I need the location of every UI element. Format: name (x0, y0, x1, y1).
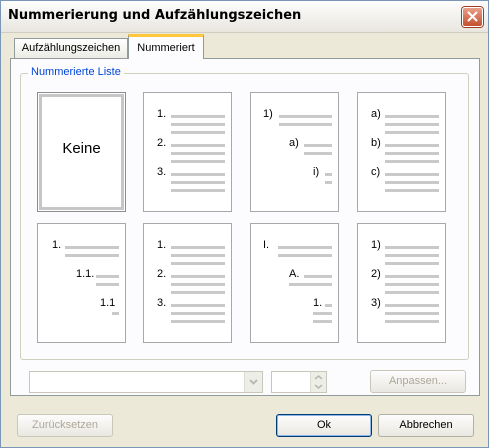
combobox-dropdown-button[interactable] (244, 372, 262, 392)
tab-aufzaehlungszeichen[interactable]: Aufzählungszeichen (14, 38, 128, 58)
title-bar: Nummerierung und Aufzählungszeichen (1, 1, 488, 33)
marker: 2. (157, 137, 167, 149)
numbered-list-group: Nummerierte Liste Keine 1. 2. 3. 1) a) i… (20, 66, 469, 360)
marker: A. (289, 268, 300, 280)
marker: 1) (371, 239, 381, 251)
numbering-option-outline-mixed[interactable]: 1) a) i) (250, 92, 339, 212)
marker: 1. (52, 239, 62, 251)
numbering-option-arabic-2[interactable]: 1. 2. 3. (143, 223, 232, 343)
spinner-buttons[interactable] (310, 372, 326, 392)
marker: 1.1. (76, 268, 95, 280)
marker: 1. (157, 108, 167, 120)
style-combobox[interactable] (29, 371, 263, 393)
start-value-spinner[interactable] (271, 371, 327, 393)
marker: 1. (313, 297, 323, 309)
marker: i) (313, 166, 320, 178)
marker: 2. (157, 268, 167, 280)
close-button[interactable] (462, 7, 483, 27)
marker: I. (263, 239, 270, 251)
tab-panel: Nummerierte Liste Keine 1. 2. 3. 1) a) i… (10, 58, 480, 396)
dialog-window: Nummerierung und Aufzählungszeichen Aufz… (0, 0, 489, 448)
chevron-down-icon (249, 379, 258, 385)
marker: 3. (157, 297, 167, 309)
dialog-title: Nummerierung und Aufzählungszeichen (8, 8, 302, 23)
none-label: Keine (62, 140, 101, 157)
group-label: Nummerierte Liste (28, 66, 124, 78)
marker: a) (371, 108, 381, 120)
numbering-option-alpha[interactable]: a) b) c) (357, 92, 446, 212)
numbering-option-arabic-paren[interactable]: 1) 2) 3) (357, 223, 446, 343)
customize-button[interactable]: Anpassen... (370, 370, 466, 393)
marker: 3) (371, 297, 381, 309)
tab-nummeriert[interactable]: Nummeriert (128, 34, 204, 59)
marker: 3. (157, 166, 167, 178)
marker: a) (289, 137, 299, 149)
numbering-option-outline-roman[interactable]: I. A. 1. (250, 223, 339, 343)
numbering-option-outline-decimal[interactable]: 1. 1.1. 1.1 (37, 223, 126, 343)
marker: 1. (157, 239, 167, 251)
marker: 2) (371, 268, 381, 280)
numbering-option-arabic[interactable]: 1. 2. 3. (143, 92, 232, 212)
marker: b) (371, 137, 381, 149)
marker: 1) (263, 108, 273, 120)
close-icon (467, 11, 478, 22)
marker: 1.1 (100, 297, 116, 309)
reset-button[interactable]: Zurücksetzen (17, 414, 113, 437)
numbering-option-none[interactable]: Keine (37, 92, 126, 212)
cancel-button[interactable]: Abbrechen (378, 414, 474, 437)
marker: c) (371, 166, 381, 178)
spinner-arrows-icon (314, 375, 323, 389)
ok-button[interactable]: Ok (276, 414, 372, 437)
